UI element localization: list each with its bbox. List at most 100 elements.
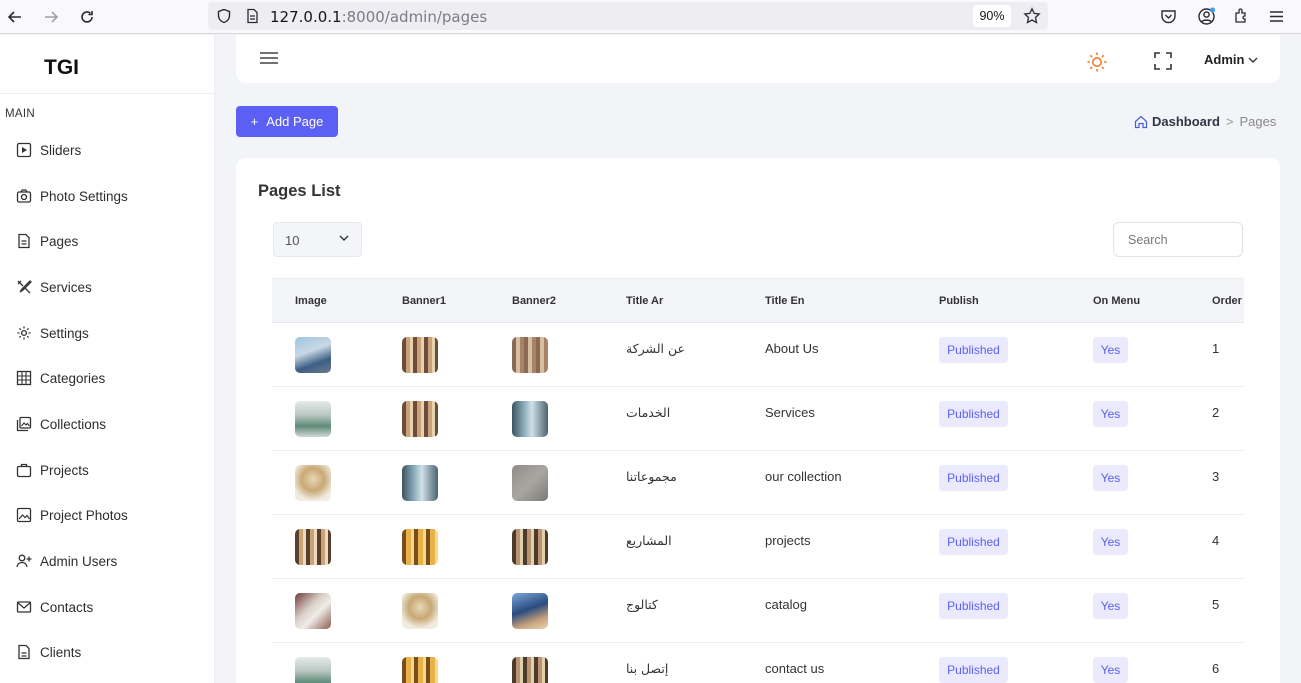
logo[interactable]: TGI bbox=[44, 56, 79, 80]
breadcrumb-dashboard-link[interactable]: Dashboard bbox=[1134, 114, 1220, 129]
publish-status-badge: Published bbox=[939, 337, 1008, 363]
tools-icon bbox=[17, 280, 32, 294]
row-banner1-thumbnail[interactable] bbox=[402, 465, 438, 501]
row-title-en: catalog bbox=[765, 597, 807, 612]
extensions-icon[interactable] bbox=[1233, 7, 1251, 30]
row-image-thumbnail[interactable] bbox=[295, 593, 331, 629]
sidebar-item-services[interactable]: Services bbox=[16, 275, 92, 299]
forward-icon[interactable] bbox=[39, 5, 63, 29]
row-image-thumbnail[interactable] bbox=[295, 337, 331, 373]
on-menu-badge: Yes bbox=[1093, 593, 1128, 619]
row-banner2-thumbnail[interactable] bbox=[512, 401, 548, 437]
sidebar-item-contacts[interactable]: Contacts bbox=[16, 595, 93, 619]
column-header-banner2[interactable]: Banner2 bbox=[512, 295, 556, 307]
sidebar-item-label: Projects bbox=[40, 462, 89, 478]
on-menu-badge: Yes bbox=[1093, 465, 1128, 491]
row-title-ar: الخدمات bbox=[626, 405, 671, 420]
row-image-thumbnail[interactable] bbox=[295, 529, 331, 565]
breadcrumb-current: Pages bbox=[1239, 114, 1277, 129]
sidebar-item-sliders[interactable]: Sliders bbox=[16, 138, 81, 162]
home-icon bbox=[1134, 115, 1148, 128]
admin-user-menu[interactable]: Admin bbox=[1204, 52, 1258, 67]
page-size-select[interactable]: 10 bbox=[273, 222, 362, 257]
row-banner2-thumbnail[interactable] bbox=[512, 465, 548, 501]
row-banner2-thumbnail[interactable] bbox=[512, 657, 548, 683]
chevron-down-icon bbox=[1248, 57, 1258, 63]
row-banner1-thumbnail[interactable] bbox=[402, 401, 438, 437]
address-bar[interactable]: 127.0.0.1:8000/admin/pages 90% bbox=[208, 2, 1048, 30]
account-icon[interactable] bbox=[1197, 7, 1216, 31]
sun-icon[interactable] bbox=[1086, 51, 1108, 78]
row-order: 3 bbox=[1212, 469, 1220, 484]
sidebar-item-label: Pages bbox=[40, 233, 79, 249]
briefcase-icon bbox=[16, 463, 32, 478]
fullscreen-icon[interactable] bbox=[1154, 52, 1172, 75]
add-page-button[interactable]: + Add Page bbox=[236, 106, 338, 137]
row-banner2-thumbnail[interactable] bbox=[512, 337, 548, 373]
images-icon bbox=[16, 416, 32, 432]
row-banner2-thumbnail[interactable] bbox=[512, 529, 548, 565]
back-icon[interactable] bbox=[3, 5, 27, 29]
sidebar-item-label: Photo Settings bbox=[40, 188, 128, 204]
column-header-image[interactable]: Image bbox=[295, 295, 327, 307]
camera-icon bbox=[16, 189, 32, 203]
sidebar-divider bbox=[0, 93, 215, 94]
sidebar-item-categories[interactable]: Categories bbox=[16, 366, 105, 390]
pocket-icon[interactable] bbox=[1160, 8, 1177, 30]
on-menu-badge: Yes bbox=[1093, 657, 1128, 683]
page-size-value: 10 bbox=[285, 233, 300, 248]
row-image-thumbnail[interactable] bbox=[295, 657, 331, 683]
sidebar-item-settings[interactable]: Settings bbox=[16, 321, 89, 345]
url-host: 127.0.0.1 bbox=[270, 8, 342, 26]
row-banner1-thumbnail[interactable] bbox=[402, 529, 438, 565]
sidebar-item-collections[interactable]: Collections bbox=[16, 412, 106, 436]
row-banner2-thumbnail[interactable] bbox=[512, 593, 548, 629]
app-menu-icon[interactable] bbox=[1268, 8, 1285, 30]
sidebar-item-label: Collections bbox=[40, 416, 107, 432]
table-header: Image Banner1 Banner2 Title Ar Title En … bbox=[272, 278, 1244, 323]
row-banner1-thumbnail[interactable] bbox=[402, 593, 438, 629]
hamburger-menu-icon[interactable] bbox=[260, 51, 278, 70]
pages-list-card: Pages List 10 Image Banner1 Banner2 Titl… bbox=[236, 158, 1280, 683]
row-banner1-thumbnail[interactable] bbox=[402, 337, 438, 373]
table-row: عن الشركة About Us Published Yes 1 bbox=[272, 323, 1244, 387]
document-icon bbox=[18, 644, 30, 660]
sidebar-item-pages[interactable]: Pages bbox=[16, 229, 78, 253]
column-header-publish[interactable]: Publish bbox=[939, 295, 979, 307]
row-image-thumbnail[interactable] bbox=[295, 401, 331, 437]
row-title-en: our collection bbox=[765, 469, 842, 484]
zoom-level[interactable]: 90% bbox=[973, 5, 1011, 27]
page-icon[interactable] bbox=[244, 8, 260, 29]
sidebar-item-photo-settings[interactable]: Photo Settings bbox=[16, 184, 128, 208]
row-title-ar: كتالوج bbox=[626, 597, 658, 612]
column-header-order[interactable]: Order bbox=[1212, 295, 1242, 307]
breadcrumb-separator: > bbox=[1225, 114, 1234, 129]
row-order: 2 bbox=[1212, 405, 1220, 420]
table-row: إتصل بنا contact us Published Yes 6 bbox=[272, 643, 1244, 683]
sidebar-item-clients[interactable]: Clients bbox=[16, 640, 81, 664]
mail-icon bbox=[16, 601, 32, 613]
sidebar-item-label: Categories bbox=[40, 370, 106, 386]
sidebar-item-project-photos[interactable]: Project Photos bbox=[16, 503, 128, 527]
shield-icon[interactable] bbox=[216, 8, 232, 29]
row-image-thumbnail[interactable] bbox=[295, 465, 331, 501]
url-text[interactable]: 127.0.0.1:8000/admin/pages bbox=[270, 8, 487, 26]
column-header-title-en[interactable]: Title En bbox=[765, 295, 805, 307]
column-header-title-ar[interactable]: Title Ar bbox=[626, 295, 663, 307]
sidebar-item-admin-users[interactable]: Admin Users bbox=[16, 549, 117, 573]
column-header-banner1[interactable]: Banner1 bbox=[402, 295, 446, 307]
sidebar-item-label: Contacts bbox=[40, 599, 94, 615]
table-row: المشاريع projects Published Yes 4 bbox=[272, 515, 1244, 579]
reload-icon[interactable] bbox=[75, 5, 99, 29]
sidebar-item-label: Sliders bbox=[40, 142, 82, 158]
browser-toolbar: 127.0.0.1:8000/admin/pages 90% bbox=[0, 0, 1301, 34]
search-input[interactable] bbox=[1113, 222, 1243, 257]
pages-table: Image Banner1 Banner2 Title Ar Title En … bbox=[272, 278, 1244, 683]
on-menu-badge: Yes bbox=[1093, 401, 1128, 427]
row-banner1-thumbnail[interactable] bbox=[402, 657, 438, 683]
sidebar-item-projects[interactable]: Projects bbox=[16, 458, 89, 482]
image-icon bbox=[16, 507, 32, 523]
column-header-on-menu[interactable]: On Menu bbox=[1093, 295, 1140, 307]
bookmark-star-icon[interactable] bbox=[1023, 7, 1041, 30]
file-icon bbox=[18, 233, 30, 249]
